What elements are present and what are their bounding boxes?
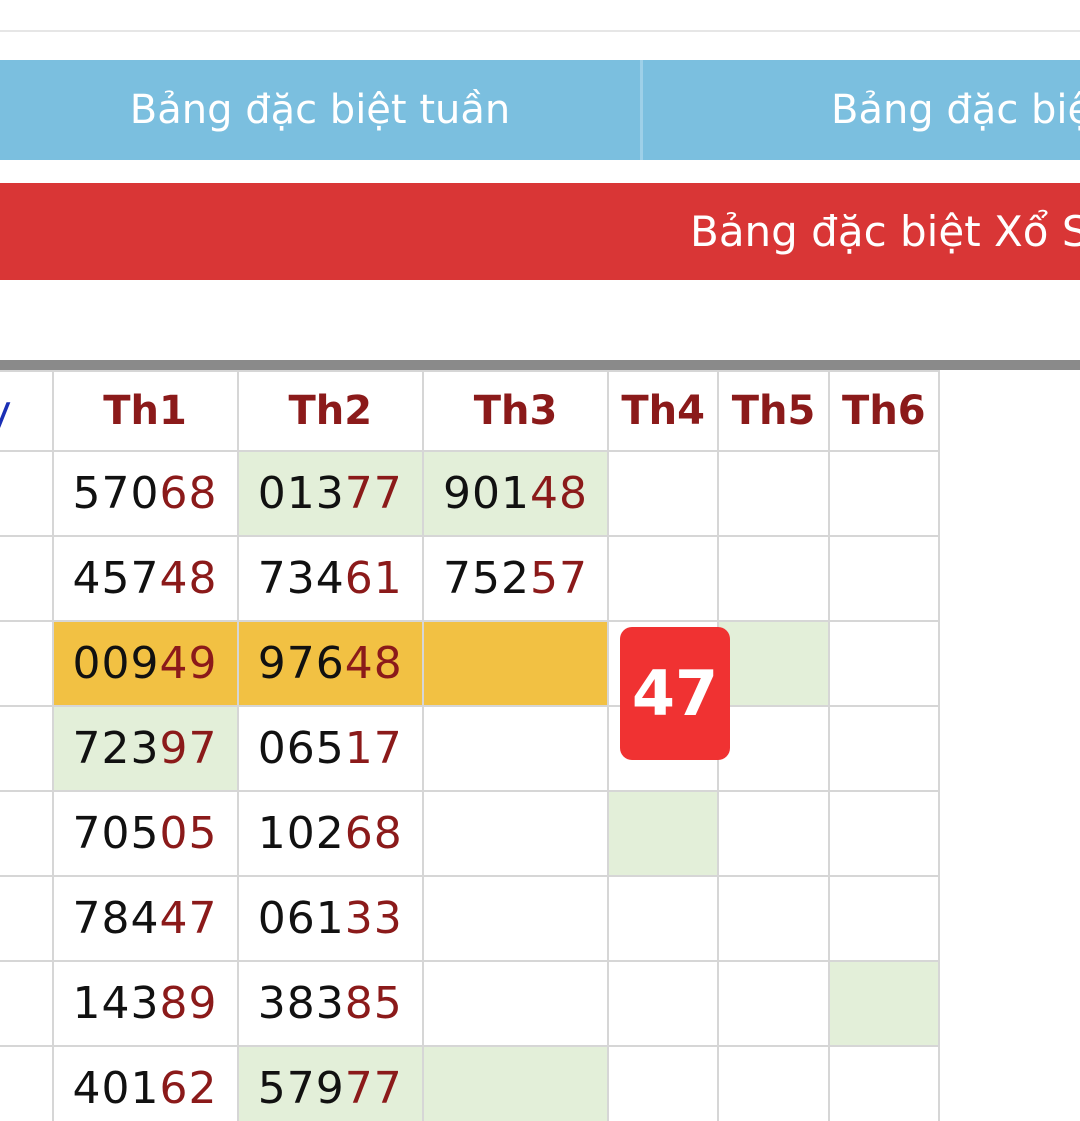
result-cell[interactable]: 57977 bbox=[236, 1045, 425, 1121]
result-cell[interactable]: 40162 bbox=[51, 1045, 239, 1121]
result-cell bbox=[422, 875, 609, 962]
tab-weekly-special[interactable]: Bảng đặc biệt tuần bbox=[0, 60, 640, 160]
table-row: 5 70505 10268 bbox=[0, 790, 941, 877]
result-cell[interactable] bbox=[422, 620, 609, 707]
table-row: 3 00949 97648 bbox=[0, 620, 941, 707]
result-cell[interactable]: 01377 bbox=[236, 450, 425, 537]
result-cell bbox=[422, 1045, 609, 1121]
result-cell bbox=[422, 790, 609, 877]
result-cell[interactable]: 90148 bbox=[422, 450, 609, 537]
result-cell[interactable]: 57068 bbox=[51, 450, 239, 537]
table-row: 8 40162 57977 bbox=[0, 1045, 941, 1121]
result-cell bbox=[606, 535, 720, 622]
result-cell[interactable]: 10268 bbox=[236, 790, 425, 877]
header-th4: Th4 bbox=[606, 370, 720, 452]
result-cell bbox=[606, 450, 720, 537]
table-top-border bbox=[0, 360, 1080, 370]
result-cell bbox=[606, 960, 720, 1047]
result-cell[interactable]: 38385 bbox=[236, 960, 425, 1047]
result-cell[interactable]: 72397 bbox=[51, 705, 239, 792]
result-cell[interactable]: 73461 bbox=[236, 535, 425, 622]
header-th5: Th5 bbox=[717, 370, 830, 452]
result-cell bbox=[717, 620, 830, 707]
result-cell[interactable]: 14389 bbox=[51, 960, 239, 1047]
result-cell bbox=[827, 620, 941, 707]
result-cell bbox=[827, 1045, 941, 1121]
header-th3: Th3 bbox=[422, 370, 609, 452]
day-cell[interactable]: 5 bbox=[0, 790, 54, 877]
results-table: Ngày Th1 Th2 Th3 Th4 Th5 Th6 1 57068 013… bbox=[0, 370, 941, 1121]
tab-bar: Bảng đặc biệt tuần Bảng đặc biệt bbox=[0, 60, 1080, 160]
result-cell bbox=[422, 705, 609, 792]
table-row: 2 45748 73461 75257 bbox=[0, 535, 941, 622]
result-cell[interactable]: 97648 bbox=[236, 620, 425, 707]
day-cell[interactable]: 8 bbox=[0, 1045, 54, 1121]
header-th1: Th1 bbox=[51, 370, 239, 452]
result-cell[interactable]: 70505 bbox=[51, 790, 239, 877]
result-cell bbox=[422, 960, 609, 1047]
result-cell bbox=[606, 1045, 720, 1121]
day-cell[interactable]: 7 bbox=[0, 960, 54, 1047]
result-cell bbox=[717, 450, 830, 537]
header-th6: Th6 bbox=[827, 370, 941, 452]
day-cell[interactable]: 1 bbox=[0, 450, 54, 537]
result-cell bbox=[827, 450, 941, 537]
day-cell[interactable]: 6 bbox=[0, 875, 54, 962]
result-cell bbox=[717, 535, 830, 622]
banner: Bảng đặc biệt Xổ S bbox=[0, 183, 1080, 280]
day-cell[interactable]: 2 bbox=[0, 535, 54, 622]
top-divider bbox=[0, 30, 1080, 32]
result-cell[interactable]: 45748 bbox=[51, 535, 239, 622]
tab-special-2[interactable]: Bảng đặc biệt bbox=[643, 60, 1080, 160]
header-th2: Th2 bbox=[236, 370, 425, 452]
result-cell bbox=[827, 535, 941, 622]
result-cell[interactable]: 78447 bbox=[51, 875, 239, 962]
result-cell[interactable]: 06517 bbox=[236, 705, 425, 792]
result-cell bbox=[827, 790, 941, 877]
table-row: 6 78447 06133 bbox=[0, 875, 941, 962]
result-cell bbox=[717, 960, 830, 1047]
result-cell[interactable]: 00949 bbox=[51, 620, 239, 707]
header-day: Ngày bbox=[0, 370, 54, 452]
result-cell bbox=[717, 790, 830, 877]
results-table-container: Ngày Th1 Th2 Th3 Th4 Th5 Th6 1 57068 013… bbox=[0, 360, 1080, 1121]
result-cell bbox=[827, 705, 941, 792]
result-cell bbox=[827, 960, 941, 1047]
result-cell bbox=[827, 875, 941, 962]
result-cell bbox=[606, 875, 720, 962]
result-cell[interactable]: 06133 bbox=[236, 875, 425, 962]
result-cell bbox=[717, 1045, 830, 1121]
result-cell bbox=[717, 875, 830, 962]
result-cell[interactable]: 75257 bbox=[422, 535, 609, 622]
day-cell[interactable]: 3 bbox=[0, 620, 54, 707]
table-row: 1 57068 01377 90148 bbox=[0, 450, 941, 537]
day-cell[interactable]: 4 bbox=[0, 705, 54, 792]
highlight-badge[interactable]: 47 bbox=[620, 627, 730, 760]
table-header-row: Ngày Th1 Th2 Th3 Th4 Th5 Th6 bbox=[0, 370, 941, 452]
result-cell bbox=[606, 790, 720, 877]
banner-title: Bảng đặc biệt Xổ S bbox=[690, 207, 1080, 256]
table-row: 4 72397 06517 bbox=[0, 705, 941, 792]
result-cell bbox=[717, 705, 830, 792]
table-row: 7 14389 38385 bbox=[0, 960, 941, 1047]
